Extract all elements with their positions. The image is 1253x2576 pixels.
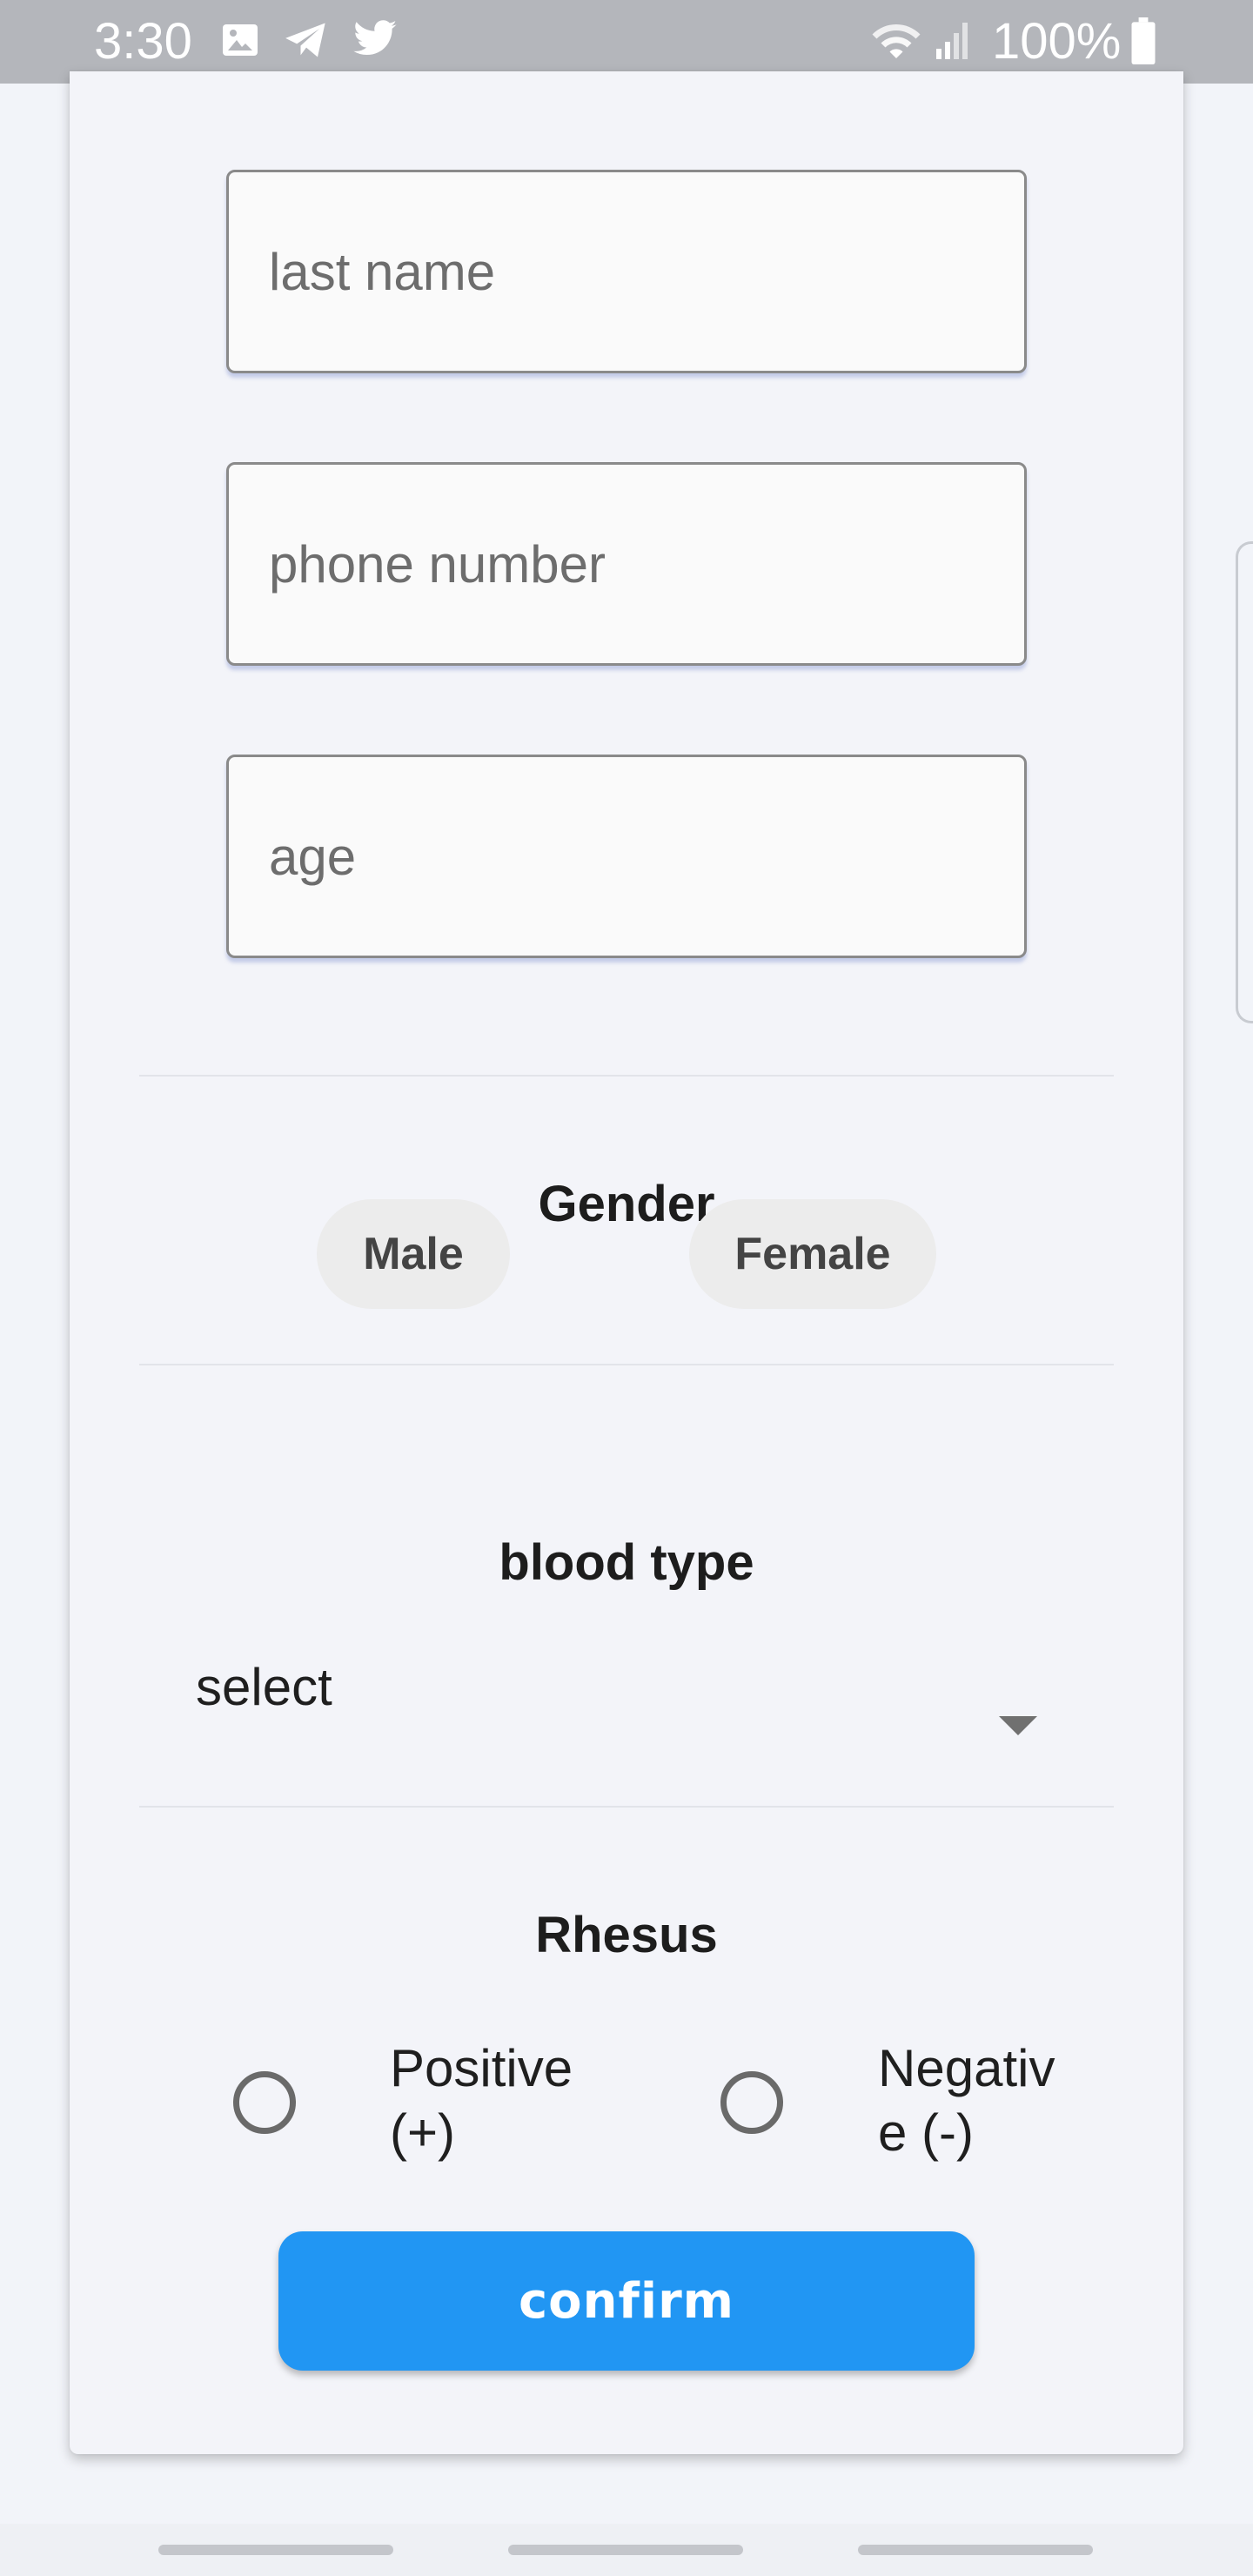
divider (139, 1806, 1114, 1808)
rhesus-positive-label: Positive (+) (390, 2039, 573, 2162)
gallery-icon (219, 19, 261, 65)
signal-icon (935, 19, 973, 65)
battery-percent: 100% (992, 13, 1122, 70)
form-card: Gender Male Female blood type select Rhe… (70, 71, 1183, 2454)
phone-number-input[interactable] (226, 462, 1027, 666)
rhesus-negative-radio[interactable] (720, 2071, 783, 2134)
rhesus-negative-label: Negative (-) (878, 2039, 1055, 2162)
nav-home-pill[interactable] (508, 2545, 743, 2555)
nav-recent-pill[interactable] (158, 2545, 393, 2555)
last-name-input[interactable] (226, 170, 1027, 373)
wifi-icon (870, 19, 922, 67)
chevron-down-icon (999, 1716, 1037, 1735)
status-time: 3:30 (94, 13, 192, 70)
battery-icon (1128, 17, 1159, 69)
rhesus-title: Rhesus (535, 1907, 718, 1963)
blood-type-title: blood type (499, 1534, 754, 1591)
side-scroll-handle[interactable] (1236, 541, 1253, 1023)
twitter-icon (352, 19, 399, 64)
blood-type-select[interactable]: select (174, 1629, 1079, 1768)
blood-type-select-value: select (196, 1658, 332, 1716)
nav-back-pill[interactable] (858, 2545, 1093, 2555)
telegram-icon (284, 19, 329, 65)
age-input[interactable] (226, 755, 1027, 958)
gender-title: Gender (538, 1176, 715, 1232)
gender-male-chip[interactable]: Male (317, 1199, 510, 1309)
gender-female-chip[interactable]: Female (689, 1199, 936, 1309)
divider (139, 1075, 1114, 1077)
confirm-button[interactable]: confirm (278, 2231, 975, 2371)
rhesus-positive-radio[interactable] (233, 2071, 296, 2134)
divider (139, 1364, 1114, 1365)
